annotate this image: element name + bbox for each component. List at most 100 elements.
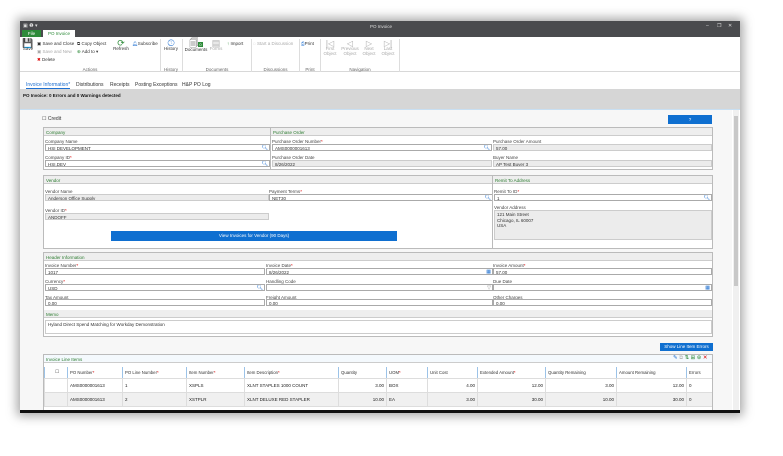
header-information-title: Header Information	[44, 253, 712, 261]
memo-textarea[interactable]: Hyland Direct Spend Matching for Workday…	[45, 320, 712, 334]
po-date-field: 8/26/2022	[272, 160, 492, 167]
col-uom[interactable]: UOM*	[386, 367, 428, 379]
group-discussions: Discussions	[263, 67, 288, 72]
calendar-icon[interactable]: ▦	[486, 269, 491, 274]
search-icon[interactable]: 🔍︎	[485, 195, 491, 200]
tab-receipts[interactable]: Receipts	[110, 82, 129, 88]
col-unit-cost[interactable]: Unit Cost	[427, 367, 478, 379]
col-item-description[interactable]: Item Description*	[244, 367, 339, 379]
close-button[interactable]: ✕	[728, 23, 732, 29]
freight-amount-field[interactable]: 0.00	[266, 299, 493, 306]
import-icon: ↑	[227, 41, 230, 46]
tab-hp-po-log[interactable]: H&P PO Log	[182, 82, 211, 88]
col-extended-amount[interactable]: Extended Amount*	[477, 367, 546, 379]
buyer-name-field: AP Test Buyer 3	[493, 160, 712, 167]
copy-object-button[interactable]: ⧉ Copy Object	[77, 41, 106, 46]
po-invoice-window: ▣ ❶ ▾ PO Invoice – ❐ ✕ File PO Invoice 💾…	[20, 21, 740, 413]
company-name-field[interactable]: HSI DEVELOPMENT 🔍︎	[45, 144, 270, 151]
col-po-number[interactable]: PO Number*	[67, 367, 123, 379]
grid-toolbar: ✎⧉⇅⊞⊛✕	[673, 355, 709, 362]
invoice-date-field[interactable]: 8/26/2022 ▦	[266, 268, 493, 275]
po-number-field[interactable]: AMS0000001613 🔍︎	[272, 144, 492, 151]
col-errors[interactable]: Errors	[686, 367, 712, 379]
next-object-button[interactable]: ▷ Next Object	[361, 40, 377, 57]
document-tabs: Invoice Information* Distributions Recei…	[20, 81, 740, 89]
start-discussion-button[interactable]: ◌ Start a Discussion	[253, 41, 293, 46]
chevron-down-icon[interactable]: ▽	[487, 285, 491, 290]
status-text: PO Invoice: 0 Errors and 0 Warnings dete…	[23, 93, 121, 98]
po-invoice-tab[interactable]: PO Invoice	[43, 30, 75, 37]
tab-invoice-information[interactable]: Invoice Information*	[26, 82, 71, 89]
first-object-button[interactable]: |◁ First Object	[322, 40, 338, 57]
col-item-number[interactable]: Item Number*	[186, 367, 245, 379]
subscribe-button[interactable]: 🔔︎Subscribe	[132, 41, 158, 46]
save-and-new-button[interactable]: ▣ Save and New	[37, 49, 72, 54]
refresh-button[interactable]: ⟳ Refresh	[110, 39, 132, 52]
invoice-number-field[interactable]: 1017	[45, 268, 265, 275]
forms-button[interactable]: ▤ Forms	[209, 39, 223, 52]
show-line-item-errors-button[interactable]: Show Line Item Errors	[660, 343, 713, 351]
table-header-row: ☐ PO Number* PO Line Number* Item Number…	[44, 367, 712, 379]
delete-button[interactable]: ✖ Delete	[37, 57, 55, 62]
save-button[interactable]: 💾 Save	[22, 39, 34, 52]
delete-row-icon[interactable]: ✕	[703, 355, 709, 361]
payment-terms-field[interactable]: NET30 🔍︎	[269, 194, 493, 201]
save-and-close-button[interactable]: ▣ Save and Close	[37, 41, 74, 46]
print-button[interactable]: ⎙Print	[301, 41, 314, 46]
vendor-section: Vendor Vendor Name Anderson Office Suppl…	[43, 175, 493, 249]
company-title: Company	[44, 128, 270, 136]
search-icon[interactable]: 🔍︎	[484, 145, 490, 150]
purchase-order-title: Purchase Order	[271, 128, 712, 136]
tax-amount-field[interactable]: 0.00	[45, 299, 265, 306]
search-icon[interactable]: 🔍︎	[704, 195, 710, 200]
currency-field[interactable]: USD 🔍︎	[45, 284, 265, 291]
window-title: PO Invoice	[370, 24, 393, 29]
header-information-section: Header Information Invoice Number* 1017 …	[43, 252, 713, 337]
due-date-field[interactable]: ▦	[493, 284, 712, 291]
file-tab[interactable]: File	[22, 30, 41, 37]
search-icon[interactable]: 🔍︎	[262, 161, 268, 166]
group-print: Print	[305, 67, 315, 72]
col-amount-remaining[interactable]: Amount Remaining	[616, 367, 687, 379]
tab-distributions[interactable]: Distributions	[76, 82, 104, 88]
row-checkbox[interactable]	[44, 378, 68, 393]
documents-button[interactable]: 🗐0 Documents	[184, 39, 208, 53]
col-quantity[interactable]: Quantity	[338, 367, 387, 379]
minimize-button[interactable]: –	[706, 23, 709, 29]
add-to-button[interactable]: ⊕ Add to ▾	[77, 49, 98, 54]
invoice-line-items-section: Invoice Line Items ✎⧉⇅⊞⊛✕ ☐ PO Number* P…	[43, 354, 713, 412]
view-invoices-button[interactable]: View Invoices for Vendor (90 Days)	[111, 231, 397, 241]
vertical-scrollbar[interactable]	[733, 110, 739, 413]
group-documents: Documents	[205, 67, 229, 72]
credit-checkbox[interactable]: ☐ Credit	[42, 116, 61, 122]
title-bar: ▣ ❶ ▾ PO Invoice – ❐ ✕	[20, 21, 740, 32]
help-button[interactable]: ?	[668, 115, 712, 124]
handling-code-dropdown[interactable]: ▽	[266, 284, 493, 291]
import-button[interactable]: ↑ Import	[227, 41, 243, 46]
row-checkbox[interactable]	[44, 392, 68, 407]
restore-button[interactable]: ❐	[717, 23, 721, 29]
history-button[interactable]: 🕓︎ History	[162, 39, 180, 52]
remit-to-section: Remit To Address Remit To ID* 1 🔍︎ Vendor…	[492, 175, 713, 249]
vendor-id-field: ANDOFF	[45, 213, 269, 220]
select-all-checkbox[interactable]: ☐	[44, 367, 68, 379]
calendar-icon[interactable]: ▦	[705, 285, 710, 290]
other-charges-field[interactable]: 0.00	[493, 299, 712, 306]
search-icon[interactable]: 🔍︎	[257, 285, 263, 290]
invoice-amount-field[interactable]: 57.00	[493, 268, 712, 275]
company-id-field[interactable]: HSI,DEV 🔍︎	[45, 160, 270, 167]
tab-posting-exceptions[interactable]: Posting Exceptions	[135, 82, 178, 88]
remit-to-title: Remit To Address	[493, 176, 712, 184]
last-object-button[interactable]: ▷| Last Object	[380, 40, 396, 57]
status-bar: PO Invoice: 0 Errors and 0 Warnings dete…	[20, 89, 740, 110]
scrollbar-thumb[interactable]	[734, 116, 738, 286]
table-row[interactable]: AMS0000001613 1 XSPLS XLNT STAPLES 1000 COU…	[44, 378, 712, 393]
table-row[interactable]: AMS0000001613 2 XSTPLR XLNT DELUXE RED STAP…	[44, 392, 712, 407]
group-actions: Actions	[82, 67, 98, 72]
form-area: ☐ Credit ? Company Company Name HSI DEVE…	[20, 110, 732, 413]
search-icon[interactable]: 🔍︎	[262, 145, 268, 150]
remit-id-field[interactable]: 1 🔍︎	[494, 194, 712, 201]
col-quantity-remaining[interactable]: Quantity Remaining	[545, 367, 617, 379]
col-po-line-number[interactable]: PO Line Number*	[122, 367, 187, 379]
previous-object-button[interactable]: ◁ Previous Object	[341, 40, 359, 57]
